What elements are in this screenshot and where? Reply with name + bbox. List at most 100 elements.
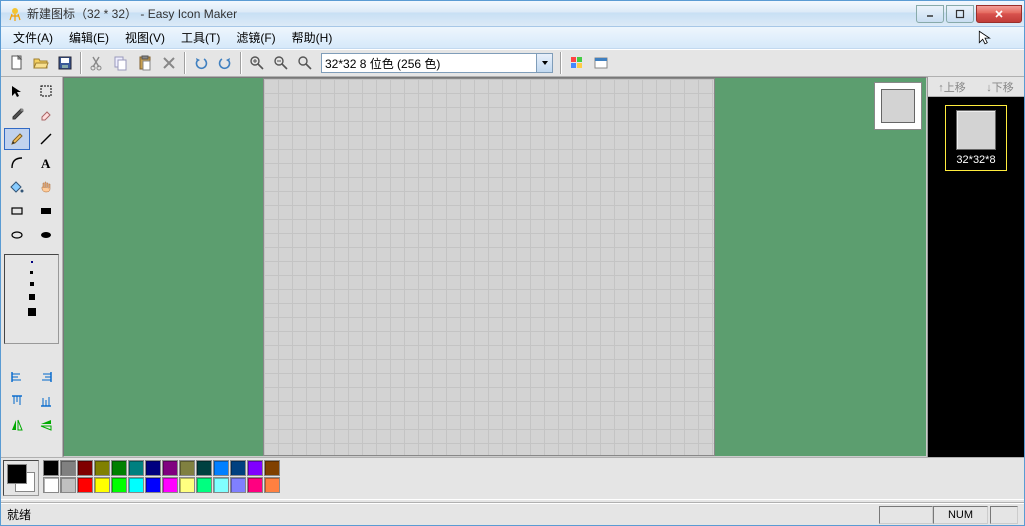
color-swatch[interactable] — [264, 477, 280, 493]
color-swatch[interactable] — [145, 477, 161, 493]
color-swatch[interactable] — [230, 477, 246, 493]
line-tool[interactable] — [33, 128, 59, 150]
thumbnail-label: 32*32*8 — [950, 154, 1002, 166]
brush-size-2[interactable] — [30, 271, 33, 274]
app-icon — [7, 6, 23, 22]
color-swatch[interactable] — [60, 477, 76, 493]
close-button[interactable] — [976, 5, 1022, 23]
menu-bar: 文件(A) 编辑(E) 视图(V) 工具(T) 滤镜(F) 帮助(H) — [1, 27, 1024, 49]
menu-tools[interactable]: 工具(T) — [173, 27, 228, 48]
text-tool[interactable]: A — [33, 152, 59, 174]
zoom-out-button[interactable] — [269, 51, 293, 75]
color-swatch[interactable] — [145, 460, 161, 476]
minimize-button[interactable] — [916, 5, 944, 23]
color-swatch[interactable] — [77, 477, 93, 493]
brush-size-5[interactable] — [28, 308, 36, 316]
foreground-color — [7, 464, 27, 484]
pencil-tool[interactable] — [4, 128, 30, 150]
brush-size-panel[interactable] — [4, 254, 59, 344]
color-swatch[interactable] — [196, 460, 212, 476]
color-swatch[interactable] — [43, 460, 59, 476]
color-swatch[interactable] — [94, 477, 110, 493]
rect-outline-tool[interactable] — [4, 200, 30, 222]
paste-button[interactable] — [133, 51, 157, 75]
eyedropper-tool[interactable] — [4, 104, 30, 126]
canvas-bg-left — [64, 78, 263, 456]
redo-button[interactable] — [213, 51, 237, 75]
menu-edit[interactable]: 编辑(E) — [61, 27, 117, 48]
pixel-grid-canvas[interactable] — [263, 78, 715, 456]
brush-size-4[interactable] — [29, 294, 35, 300]
color-swatch[interactable] — [247, 460, 263, 476]
color-swatch[interactable] — [179, 460, 195, 476]
svg-text:A: A — [41, 156, 51, 170]
canvas-bg-right — [715, 78, 926, 456]
cut-button[interactable] — [85, 51, 109, 75]
color-options-button[interactable] — [565, 51, 589, 75]
status-bar: 就绪 NUM — [1, 503, 1024, 525]
format-thumbnail[interactable]: 32*32*8 — [945, 105, 1007, 171]
zoom-actual-button[interactable] — [293, 51, 317, 75]
color-swatch[interactable] — [179, 477, 195, 493]
color-swatch[interactable] — [247, 477, 263, 493]
color-swatch[interactable] — [60, 460, 76, 476]
flip-vertical-button[interactable] — [33, 414, 59, 436]
select-arrow-tool[interactable] — [4, 80, 30, 102]
thumbnail-preview — [956, 110, 996, 150]
window-title: 新建图标（32 * 32） - Easy Icon Maker — [27, 5, 914, 22]
eraser-tool[interactable] — [33, 104, 59, 126]
color-swatch[interactable] — [43, 477, 59, 493]
rect-filled-tool[interactable] — [33, 200, 59, 222]
color-swatch[interactable] — [94, 460, 110, 476]
brush-size-1[interactable] — [31, 261, 33, 263]
color-swatch[interactable] — [128, 477, 144, 493]
toolbox: A — [1, 77, 63, 457]
options-button[interactable] — [589, 51, 613, 75]
menu-view[interactable]: 视图(V) — [117, 27, 173, 48]
ellipse-outline-tool[interactable] — [4, 224, 30, 246]
fg-bg-swatch[interactable] — [3, 460, 39, 496]
menu-help[interactable]: 帮助(H) — [284, 27, 341, 48]
color-swatch[interactable] — [196, 477, 212, 493]
size-format-label: 32*32 8 位色 (256 色) — [325, 55, 440, 72]
color-swatch[interactable] — [162, 460, 178, 476]
fill-tool[interactable] — [4, 176, 30, 198]
color-swatch[interactable] — [162, 477, 178, 493]
brush-size-3[interactable] — [30, 282, 34, 286]
color-swatch[interactable] — [213, 460, 229, 476]
color-swatch[interactable] — [264, 460, 280, 476]
align-right-button[interactable] — [33, 366, 59, 388]
new-button[interactable] — [5, 51, 29, 75]
color-swatch[interactable] — [111, 477, 127, 493]
save-button[interactable] — [53, 51, 77, 75]
copy-button[interactable] — [109, 51, 133, 75]
color-swatch[interactable] — [128, 460, 144, 476]
zoom-in-button[interactable] — [245, 51, 269, 75]
align-bottom-button[interactable] — [33, 390, 59, 412]
color-palette — [1, 457, 1024, 499]
undo-button[interactable] — [189, 51, 213, 75]
delete-button[interactable] — [157, 51, 181, 75]
color-swatch[interactable] — [213, 477, 229, 493]
ellipse-filled-tool[interactable] — [33, 224, 59, 246]
formats-panel: ↑上移 ↓下移 32*32*8 — [927, 77, 1024, 457]
open-button[interactable] — [29, 51, 53, 75]
flip-horizontal-button[interactable] — [4, 414, 30, 436]
curve-tool[interactable] — [4, 152, 30, 174]
color-swatch[interactable] — [77, 460, 93, 476]
align-top-button[interactable] — [4, 390, 30, 412]
color-swatch[interactable] — [230, 460, 246, 476]
select-rect-tool[interactable] — [33, 80, 59, 102]
move-down-button[interactable]: ↓下移 — [986, 79, 1014, 95]
menu-file[interactable]: 文件(A) — [5, 27, 61, 48]
size-format-dropdown[interactable]: 32*32 8 位色 (256 色) — [321, 53, 553, 73]
status-ready: 就绪 — [7, 506, 877, 523]
menu-filter[interactable]: 滤镜(F) — [228, 27, 283, 48]
hand-tool[interactable] — [33, 176, 59, 198]
maximize-button[interactable] — [946, 5, 974, 23]
align-left-button[interactable] — [4, 366, 30, 388]
color-swatch[interactable] — [111, 460, 127, 476]
main-toolbar: 32*32 8 位色 (256 色) — [1, 49, 1024, 77]
title-bar: 新建图标（32 * 32） - Easy Icon Maker — [1, 1, 1024, 27]
move-up-button[interactable]: ↑上移 — [938, 79, 966, 95]
